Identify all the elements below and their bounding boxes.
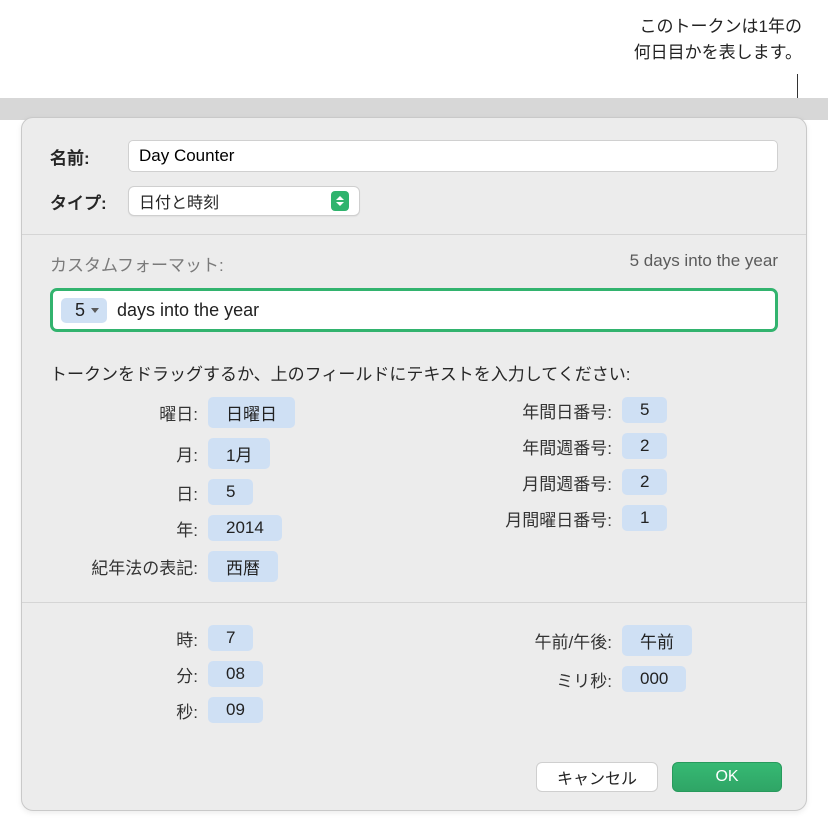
token-row: 秒: 09	[50, 697, 394, 723]
token-row: 日: 5	[50, 479, 394, 505]
custom-format-preview: 5 days into the year	[630, 251, 778, 276]
token-label: 日:	[50, 480, 198, 505]
token-row: 午前/午後: 午前	[434, 625, 778, 656]
type-select[interactable]: 日付と時刻	[128, 186, 360, 216]
token-label: 紀年法の表記:	[50, 554, 198, 579]
format-token-value: 5	[75, 300, 85, 321]
token-day-of-year[interactable]: 5	[622, 397, 667, 423]
token-row: 曜日: 日曜日	[50, 397, 394, 428]
token-row: 月: 1月	[50, 438, 394, 469]
ok-button[interactable]: OK	[672, 762, 782, 792]
token-ampm[interactable]: 午前	[622, 625, 692, 656]
token-weekday[interactable]: 日曜日	[208, 397, 295, 428]
token-label: 月間週番号:	[434, 470, 612, 495]
name-input[interactable]	[128, 140, 778, 172]
type-label: タイプ:	[50, 189, 128, 214]
name-row: 名前:	[22, 140, 806, 172]
custom-format-header: カスタムフォーマット: 5 days into the year	[22, 235, 806, 284]
date-token-grid: 曜日: 日曜日 月: 1月 日: 5 年: 2014 紀年法の表記: 西暦 年間日番号: 5…	[22, 397, 806, 592]
token-row: 年間日番号: 5	[434, 397, 778, 423]
token-row: 時: 7	[50, 625, 394, 651]
token-week-of-year[interactable]: 2	[622, 433, 667, 459]
date-tokens-right: 年間日番号: 5 年間週番号: 2 月間週番号: 2 月間曜日番号: 1	[434, 397, 778, 592]
chevron-updown-icon	[331, 191, 349, 211]
token-label: 曜日:	[50, 400, 198, 425]
time-tokens-left: 時: 7 分: 08 秒: 09	[50, 625, 394, 733]
token-label: 秒:	[50, 698, 198, 723]
type-row: タイプ: 日付と時刻	[22, 186, 806, 216]
token-weekday-of-month[interactable]: 1	[622, 505, 667, 531]
token-millisecond[interactable]: 000	[622, 666, 686, 692]
dialog-footer: キャンセル OK	[536, 762, 782, 792]
token-label: 月:	[50, 441, 198, 466]
token-row: 分: 08	[50, 661, 394, 687]
token-row: 年間週番号: 2	[434, 433, 778, 459]
token-row: 月間週番号: 2	[434, 469, 778, 495]
token-label: 午前/午後:	[434, 628, 612, 653]
name-label: 名前:	[50, 144, 128, 169]
token-row: 紀年法の表記: 西暦	[50, 551, 394, 582]
callout-line-2: 何日目かを表します。	[634, 40, 802, 66]
token-label: 時:	[50, 626, 198, 651]
drag-hint-text: トークンをドラッグするか、上のフィールドにテキストを入力してください:	[22, 332, 806, 397]
token-label: 年間週番号:	[434, 434, 612, 459]
token-minute[interactable]: 08	[208, 661, 263, 687]
type-select-value: 日付と時刻	[139, 189, 331, 213]
callout-text: このトークンは1年の 何日目かを表します。	[634, 14, 802, 67]
token-year[interactable]: 2014	[208, 515, 282, 541]
chevron-down-icon	[91, 308, 99, 313]
divider	[22, 602, 806, 603]
token-label: 年:	[50, 516, 198, 541]
token-row: 年: 2014	[50, 515, 394, 541]
cancel-button[interactable]: キャンセル	[536, 762, 658, 792]
token-label: 分:	[50, 662, 198, 687]
date-tokens-left: 曜日: 日曜日 月: 1月 日: 5 年: 2014 紀年法の表記: 西暦	[50, 397, 394, 592]
token-row: ミリ秒: 000	[434, 666, 778, 692]
token-row: 月間曜日番号: 1	[434, 505, 778, 531]
time-token-grid: 時: 7 分: 08 秒: 09 午前/午後: 午前 ミリ秒: 000	[22, 609, 806, 733]
token-second[interactable]: 09	[208, 697, 263, 723]
time-tokens-right: 午前/午後: 午前 ミリ秒: 000	[434, 625, 778, 733]
custom-format-dialog: 名前: タイプ: 日付と時刻 カスタムフォーマット: 5 days into t…	[21, 117, 807, 811]
custom-format-field[interactable]: 5 days into the year	[50, 288, 778, 332]
token-era[interactable]: 西暦	[208, 551, 278, 582]
callout-line-1: このトークンは1年の	[634, 14, 802, 40]
format-literal-text: days into the year	[117, 300, 259, 321]
token-week-of-month[interactable]: 2	[622, 469, 667, 495]
token-month[interactable]: 1月	[208, 438, 270, 469]
token-day[interactable]: 5	[208, 479, 253, 505]
format-token-day-of-year[interactable]: 5	[61, 298, 107, 323]
token-hour[interactable]: 7	[208, 625, 253, 651]
token-label: ミリ秒:	[434, 667, 612, 692]
custom-format-label: カスタムフォーマット:	[50, 251, 224, 276]
token-label: 年間日番号:	[434, 398, 612, 423]
token-label: 月間曜日番号:	[434, 506, 612, 531]
